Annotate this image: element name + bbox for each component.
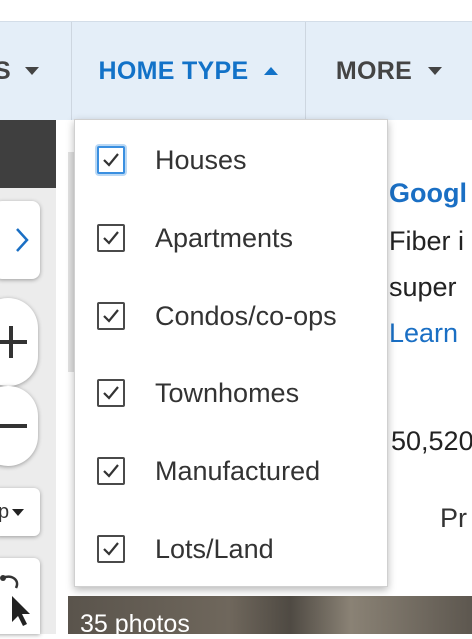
ad-title[interactable]: Googl [389,178,467,209]
chevron-up-icon [264,67,279,75]
filter-home-type-button[interactable]: HOME TYPE [72,22,305,120]
photo-count: 35 photos [80,610,190,638]
option-label: Lots/Land [155,533,274,564]
home-type-option-lots-land[interactable]: Lots/Land [75,519,387,579]
top-strip [0,0,472,21]
home-type-option-apartments[interactable]: Apartments [75,208,387,268]
option-label: Condos/co-ops [155,300,337,331]
map-layer-select[interactable]: p [0,488,40,536]
expand-map-button[interactable] [0,201,40,279]
lots-land-checkbox[interactable] [97,535,125,563]
ad-learn-link[interactable]: Learn [389,318,458,349]
zoom-in-button[interactable] [0,298,38,386]
filter-more-button[interactable]: MORE [306,22,472,120]
townhomes-checkbox[interactable] [97,379,125,407]
chevron-right-icon [16,228,29,252]
houses-checkbox[interactable] [97,146,125,174]
checkmark-icon [103,231,119,245]
home-type-option-houses[interactable]: Houses [75,130,387,190]
manufactured-checkbox[interactable] [97,457,125,485]
draw-cursor-icon [0,575,30,626]
plus-icon [0,326,27,358]
listing-price: 50,520 [391,426,472,456]
draw-tool-button[interactable] [0,558,40,634]
option-label: Townhomes [155,377,300,408]
home-type-option-manufactured[interactable]: Manufactured [75,441,387,501]
chevron-down-icon [12,508,25,516]
checkmark-icon [103,386,119,400]
apartments-checkbox[interactable] [97,224,125,252]
map-header [0,120,56,188]
filter-more-label: MORE [335,56,413,85]
filter-bar: S HOME TYPE MORE [0,21,472,120]
checkmark-icon [103,153,119,167]
ad-text-line: Fiber i [389,226,465,256]
condos-checkbox[interactable] [97,302,125,330]
checkmark-icon [103,464,119,478]
map-layer-label: p [0,500,10,523]
filter-price-button[interactable]: S [0,22,70,120]
option-label: Apartments [155,222,294,253]
checkmark-icon [103,542,119,556]
listing-partial-text: Pr [440,503,467,533]
home-type-dropdown: Houses Apartments Condos/co-ops Townhome… [74,119,388,587]
option-label: Manufactured [155,455,321,486]
option-label: Houses [155,144,247,175]
ad-text-line: super [389,272,457,302]
filter-home-type-label: HOME TYPE [98,56,249,85]
checkmark-icon [103,309,119,323]
minus-icon [0,424,27,428]
chevron-down-icon [428,67,443,75]
home-type-option-condos[interactable]: Condos/co-ops [75,286,387,346]
home-type-option-townhomes[interactable]: Townhomes [75,363,387,423]
filter-price-label: S [0,56,11,85]
chevron-down-icon [24,67,39,75]
